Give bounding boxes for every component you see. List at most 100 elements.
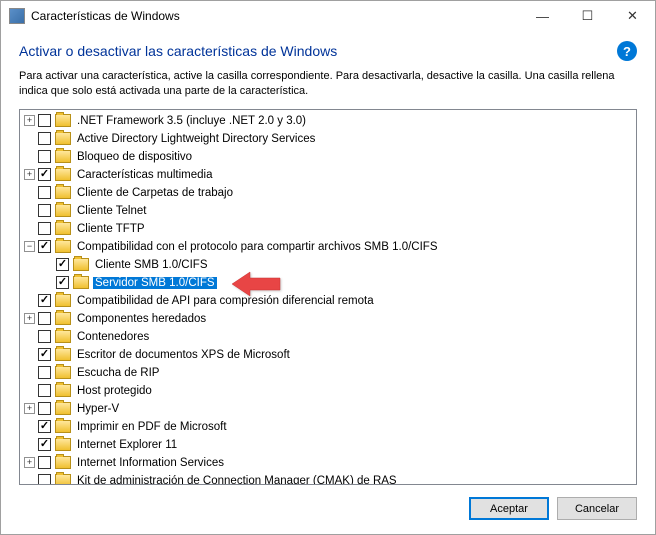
tree-row[interactable]: Escucha de RIP [20,364,636,382]
feature-checkbox[interactable] [38,114,51,127]
folder-icon [73,258,89,271]
tree-row[interactable]: Compatibilidad de API para compresión di… [20,292,636,310]
feature-checkbox[interactable] [38,204,51,217]
feature-checkbox[interactable] [38,366,51,379]
feature-checkbox[interactable] [38,132,51,145]
feature-label[interactable]: Características multimedia [75,169,214,181]
tree-row[interactable]: + Características multimedia [20,166,636,184]
toggle-spacer [24,223,35,234]
feature-label[interactable]: Compatibilidad de API para compresión di… [75,295,376,307]
tree-row[interactable]: Kit de administración de Connection Mana… [20,472,636,485]
feature-label[interactable]: Imprimir en PDF de Microsoft [75,421,229,433]
tree-row[interactable]: Internet Explorer 11 [20,436,636,454]
toggle-spacer [24,385,35,396]
feature-label[interactable]: Contenedores [75,331,151,343]
tree-row[interactable]: + Componentes heredados [20,310,636,328]
expand-icon[interactable]: + [24,403,35,414]
tree-row[interactable]: Contenedores [20,328,636,346]
feature-label[interactable]: Cliente Telnet [75,205,148,217]
minimize-button[interactable]: — [520,1,565,31]
folder-icon [55,474,71,485]
toggle-spacer [24,349,35,360]
feature-checkbox[interactable] [38,150,51,163]
close-button[interactable]: ✕ [610,1,655,31]
feature-checkbox[interactable] [38,294,51,307]
toggle-spacer [24,151,35,162]
tree-row[interactable]: + .NET Framework 3.5 (incluye .NET 2.0 y … [20,112,636,130]
toggle-spacer [24,367,35,378]
folder-icon [55,168,71,181]
folder-icon [55,204,71,217]
feature-label[interactable]: Cliente de Carpetas de trabajo [75,187,235,199]
tree-row[interactable]: Cliente TFTP [20,220,636,238]
maximize-button[interactable]: ☐ [565,1,610,31]
cancel-button[interactable]: Cancelar [557,497,637,520]
expand-icon[interactable]: + [24,313,35,324]
folder-icon [55,330,71,343]
feature-checkbox[interactable] [38,222,51,235]
feature-checkbox[interactable] [38,474,51,485]
feature-label[interactable]: Hyper-V [75,403,121,415]
feature-checkbox[interactable] [38,402,51,415]
ok-button[interactable]: Aceptar [469,497,549,520]
tree-row[interactable]: Active Directory Lightweight Directory S… [20,130,636,148]
tree-row[interactable]: Host protegido [20,382,636,400]
feature-label[interactable]: Escritor de documentos XPS de Microsoft [75,349,292,361]
page-title: Activar o desactivar las características… [19,43,617,59]
folder-icon [55,222,71,235]
feature-label[interactable]: Bloqueo de dispositivo [75,151,194,163]
tree-row[interactable]: Bloqueo de dispositivo [20,148,636,166]
toggle-spacer [24,439,35,450]
feature-label[interactable]: Servidor SMB 1.0/CIFS [93,277,217,289]
dialog-window: Características de Windows — ☐ ✕ Activar… [0,0,656,535]
feature-checkbox[interactable] [38,168,51,181]
feature-label[interactable]: Compatibilidad con el protocolo para com… [75,241,440,253]
tree-row[interactable]: + Hyper-V [20,400,636,418]
feature-label[interactable]: Kit de administración de Connection Mana… [75,475,399,485]
folder-icon [55,402,71,415]
expand-icon[interactable]: + [24,115,35,126]
folder-icon [55,240,71,253]
tree-row[interactable]: Cliente Telnet [20,202,636,220]
folder-icon [55,132,71,145]
feature-tree[interactable]: + .NET Framework 3.5 (incluye .NET 2.0 y … [19,109,637,485]
feature-label[interactable]: Cliente SMB 1.0/CIFS [93,259,209,271]
feature-label[interactable]: Host protegido [75,385,154,397]
feature-checkbox[interactable] [38,186,51,199]
expand-icon[interactable]: + [24,457,35,468]
feature-checkbox[interactable] [38,438,51,451]
feature-checkbox[interactable] [38,384,51,397]
feature-label[interactable]: Active Directory Lightweight Directory S… [75,133,317,145]
expand-icon[interactable]: + [24,169,35,180]
tree-row[interactable]: − Compatibilidad con el protocolo para co… [20,238,636,256]
tree-row[interactable]: + Internet Information Services [20,454,636,472]
tree-row[interactable]: Servidor SMB 1.0/CIFS [20,274,636,292]
feature-checkbox[interactable] [56,258,69,271]
feature-checkbox[interactable] [38,312,51,325]
feature-label[interactable]: Internet Explorer 11 [75,439,179,451]
feature-checkbox[interactable] [38,420,51,433]
feature-checkbox[interactable] [38,240,51,253]
collapse-icon[interactable]: − [24,241,35,252]
feature-label[interactable]: Componentes heredados [75,313,208,325]
tree-row[interactable]: Cliente SMB 1.0/CIFS [20,256,636,274]
header: Activar o desactivar las características… [1,31,655,69]
toggle-spacer [42,277,53,288]
help-icon[interactable]: ? [617,41,637,61]
feature-checkbox[interactable] [38,348,51,361]
feature-checkbox[interactable] [38,330,51,343]
toggle-spacer [24,295,35,306]
tree-row[interactable]: Cliente de Carpetas de trabajo [20,184,636,202]
folder-icon [55,366,71,379]
feature-label[interactable]: Escucha de RIP [75,367,161,379]
folder-icon [55,456,71,469]
tree-row[interactable]: Imprimir en PDF de Microsoft [20,418,636,436]
titlebar[interactable]: Características de Windows — ☐ ✕ [1,1,655,31]
feature-checkbox[interactable] [38,456,51,469]
feature-label[interactable]: Cliente TFTP [75,223,147,235]
feature-checkbox[interactable] [56,276,69,289]
feature-label[interactable]: Internet Information Services [75,457,226,469]
folder-icon [55,348,71,361]
tree-row[interactable]: Escritor de documentos XPS de Microsoft [20,346,636,364]
feature-label[interactable]: .NET Framework 3.5 (incluye .NET 2.0 y 3… [75,115,308,127]
